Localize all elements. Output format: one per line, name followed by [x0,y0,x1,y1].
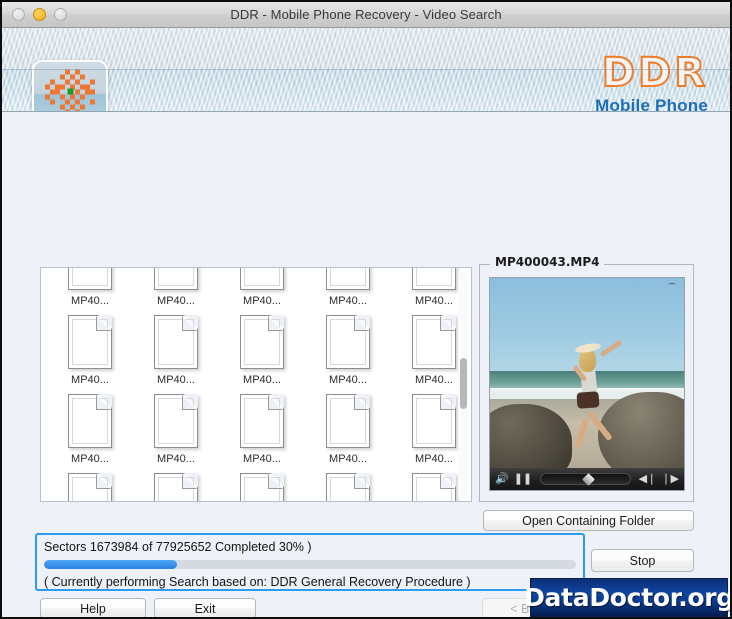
document-file-icon [68,394,112,448]
file-item[interactable]: MP40... [311,268,385,307]
file-item[interactable]: MP40... [53,386,127,465]
file-item[interactable]: MP40... [311,465,385,501]
document-file-icon [326,315,370,369]
document-file-icon [326,473,370,501]
preview-filename-label: MP400043.MP4 [490,255,605,269]
document-file-icon [154,473,198,501]
document-file-icon [412,268,456,290]
file-label: MP40... [157,453,195,465]
document-file-icon [412,473,456,501]
brand-subtitle: Mobile Phone [595,96,708,112]
datadoctor-badge[interactable]: DataDoctor.org [524,578,730,617]
title-bar: DDR - Mobile Phone Recovery - Video Sear… [2,2,730,28]
progress-status-text: Sectors 1673984 of 77925652 Completed 30… [44,540,312,554]
file-label: MP40... [71,453,109,465]
video-scrubber[interactable] [540,473,631,486]
speaker-volume-icon[interactable]: 🔊 [495,473,509,485]
document-file-icon [326,394,370,448]
file-item[interactable]: MP40... [225,268,299,307]
file-label: MP40... [243,374,281,386]
step-backward-icon[interactable]: ◀❘ [639,473,657,485]
file-item[interactable]: MP40... [311,307,385,386]
file-label: MP40... [329,295,367,307]
preview-panel: MP400043.MP4 🔊 ❚❚ ◀❘ ❘▶ [479,255,694,502]
scrollbar-thumb[interactable] [460,357,467,410]
file-item[interactable]: MP40... [139,307,213,386]
file-label: MP40... [71,295,109,307]
app-logo-button[interactable] [32,60,108,111]
stop-button[interactable]: Stop [591,549,694,572]
progress-detail-text: ( Currently performing Search based on: … [44,575,471,589]
file-label: MP40... [71,374,109,386]
document-file-icon [240,473,284,501]
document-file-icon [240,315,284,369]
video-preview-frame[interactable]: 🔊 ❚❚ ◀❘ ❘▶ [489,277,685,491]
checkered-flower-logo-icon [43,68,97,111]
app-header-banner: DDR Mobile Phone [2,28,730,112]
file-label: MP40... [157,374,195,386]
file-item[interactable]: MP40... [139,465,213,501]
main-content: MP40... MP40... MP40... MP40... MP40... … [2,112,730,617]
open-containing-folder-button[interactable]: Open Containing Folder [483,510,694,531]
step-forward-icon[interactable]: ❘▶ [661,473,679,485]
application-window: DDR - Mobile Phone Recovery - Video Sear… [0,0,732,619]
pause-icon[interactable]: ❚❚ [514,473,532,485]
file-item[interactable]: MP40... [53,268,127,307]
scrubber-handle[interactable] [581,473,595,486]
progress-bar [44,560,576,569]
document-file-icon [154,315,198,369]
brand-title: DDR [601,50,708,96]
file-row: MP40... MP40... MP40... MP40... [41,465,471,501]
file-label: MP40... [157,295,195,307]
document-file-icon [240,268,284,290]
recovered-files-list[interactable]: MP40... MP40... MP40... MP40... MP40... … [40,267,472,502]
logo-svg [45,69,95,111]
file-item[interactable]: MP40... [53,465,127,501]
document-file-icon [154,394,198,448]
document-file-icon [154,268,198,290]
document-file-icon [68,315,112,369]
brand-block: DDR Mobile Phone [595,50,708,112]
video-controls-bar[interactable]: 🔊 ❚❚ ◀❘ ❘▶ [490,468,684,490]
file-item[interactable]: MP40... [225,465,299,501]
document-file-icon [68,473,112,501]
file-item[interactable]: MP40... [53,307,127,386]
file-label: MP40... [329,453,367,465]
help-button[interactable]: Help [40,598,146,617]
file-item[interactable]: MP40... [225,307,299,386]
progress-bar-fill [44,560,177,569]
file-item[interactable]: MP40... [225,386,299,465]
preview-image [490,278,684,490]
window-title: DDR - Mobile Phone Recovery - Video Sear… [230,7,502,22]
document-file-icon [412,394,456,448]
document-file-icon [240,394,284,448]
document-file-icon [68,268,112,290]
file-item[interactable]: MP40... [311,386,385,465]
file-row: MP40... MP40... MP40... MP40... [41,386,471,465]
file-row: MP40... MP40... MP40... MP40... [41,268,471,307]
file-item[interactable]: MP40... [139,386,213,465]
progress-panel: Sectors 1673984 of 77925652 Completed 30… [35,533,585,591]
document-file-icon [326,268,370,290]
bird-silhouette [668,283,676,287]
file-list-scrollbar[interactable] [458,272,468,497]
badge-label: DataDoctor.org [524,583,732,612]
document-file-icon [412,315,456,369]
file-grid: MP40... MP40... MP40... MP40... MP40... … [41,268,471,501]
file-label: MP40... [329,374,367,386]
exit-button[interactable]: Exit [154,598,256,617]
file-row: MP40... MP40... MP40... MP40... [41,307,471,386]
file-label: MP40... [243,295,281,307]
file-label: MP40... [243,453,281,465]
file-item[interactable]: MP40... [139,268,213,307]
